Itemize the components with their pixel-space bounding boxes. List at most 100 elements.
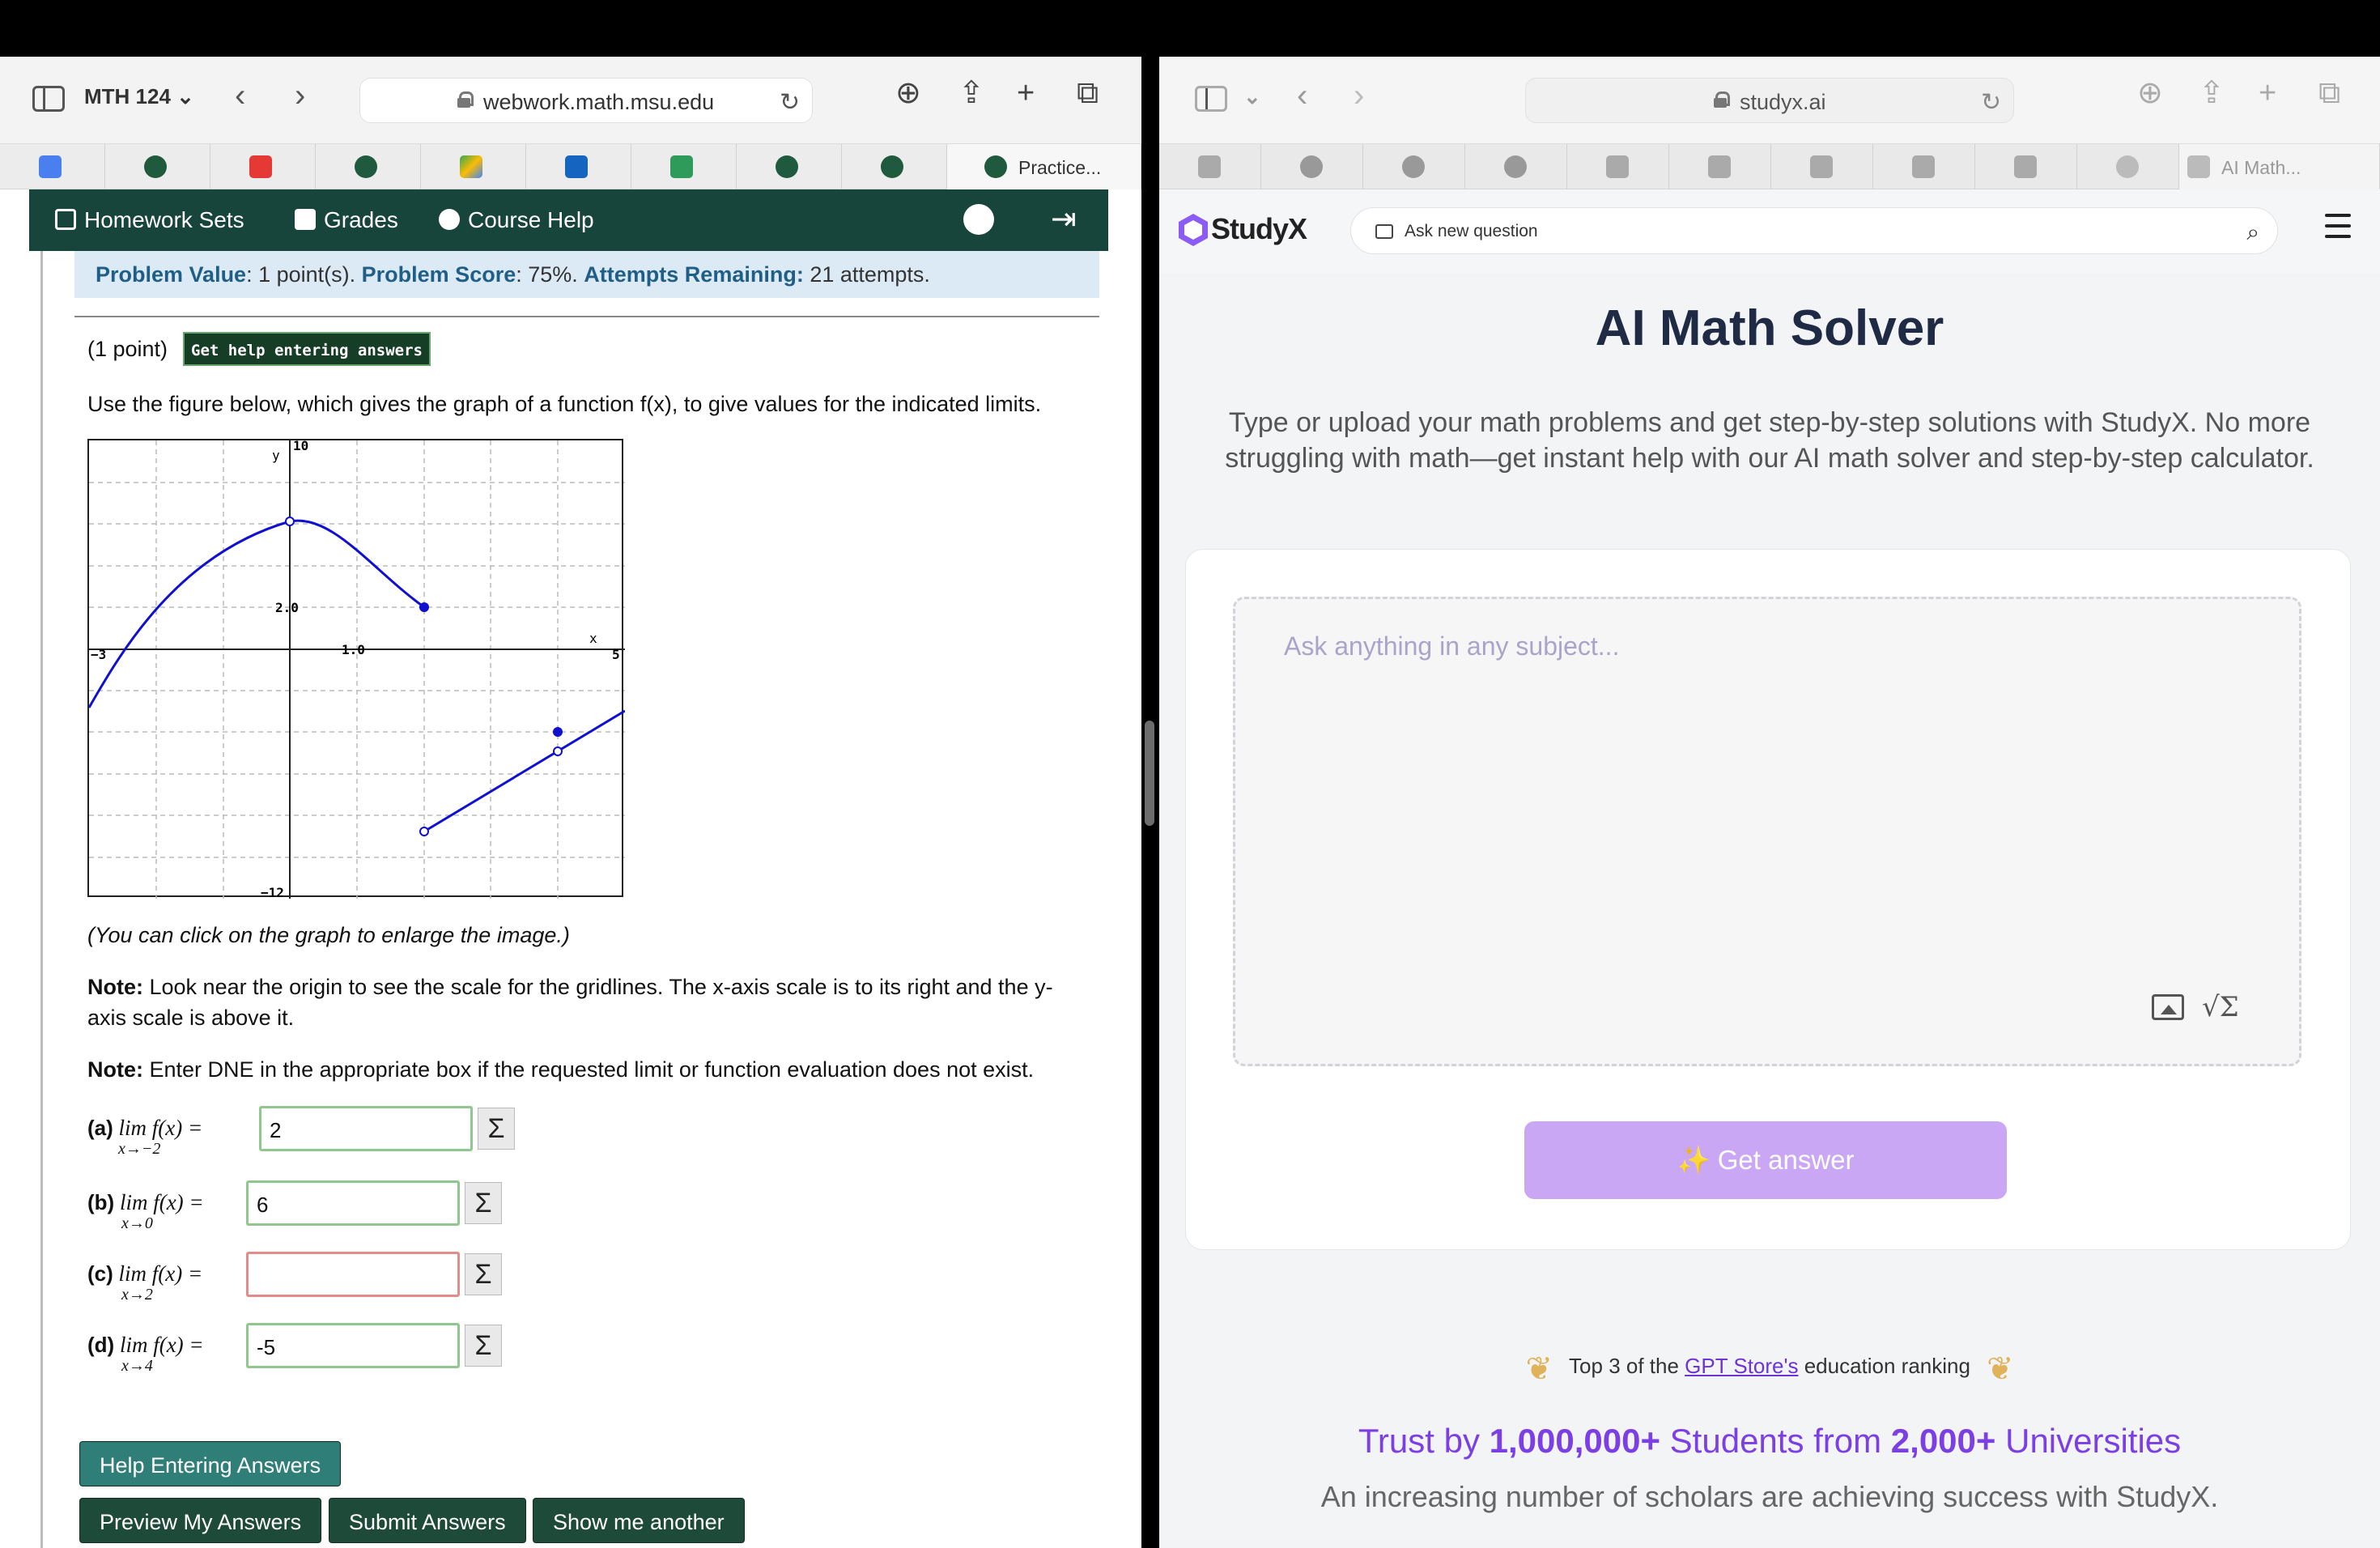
upload-image-icon[interactable] [2152, 994, 2184, 1020]
url-text: webwork.math.msu.edu [483, 90, 715, 114]
page-title: AI Math Solver [1595, 300, 1944, 356]
download-icon[interactable]: ⊕ [2137, 78, 2163, 108]
fav-youtube[interactable] [210, 144, 316, 189]
fav-msu[interactable] [316, 144, 421, 189]
top-black-bar [0, 0, 2380, 57]
user-icon[interactable] [963, 204, 994, 235]
youtube-icon [249, 155, 272, 178]
tab[interactable] [1465, 144, 1567, 189]
tab-overview-icon[interactable]: ⧉ [1077, 78, 1099, 108]
nav-course-help[interactable]: Course Help [439, 207, 594, 233]
address-bar[interactable]: webwork.math.msu.edu ↻ [359, 78, 813, 123]
outlook-icon [565, 155, 588, 178]
nav-grades[interactable]: Grades [295, 207, 398, 233]
get-answer-button[interactable]: ✨ Get answer [1524, 1121, 2007, 1199]
new-tab-icon[interactable]: + [1017, 78, 1035, 108]
closed-point [419, 602, 429, 612]
menu-icon[interactable] [2325, 214, 2351, 245]
search-icon[interactable]: ⌕ [2246, 219, 2259, 246]
fav-msu[interactable] [737, 144, 842, 189]
x-scale-label: 1.0 [342, 642, 365, 657]
equation-editor-button[interactable]: Σ [465, 1325, 502, 1367]
chevron-down-icon[interactable]: ⌄ [1243, 84, 1261, 109]
sidebar-toggle-icon[interactable] [32, 86, 65, 112]
equation-editor-button[interactable]: Σ [465, 1253, 502, 1295]
cloud-icon [1402, 155, 1425, 178]
preview-answers-button[interactable]: Preview My Answers [79, 1498, 322, 1543]
answer-input-a[interactable]: 2 [259, 1106, 473, 1151]
fav-drive[interactable] [421, 144, 526, 189]
fav-check[interactable] [631, 144, 737, 189]
studyx-logo-text[interactable]: StudyX [1211, 212, 1307, 246]
note-dne: Note: Enter DNE in the appropriate box i… [87, 1057, 1035, 1082]
question-input[interactable]: Ask anything in any subject... √Σ [1233, 597, 2301, 1066]
tab[interactable] [1567, 144, 1669, 189]
closed-point [553, 727, 563, 737]
answer-input-c[interactable] [246, 1252, 460, 1297]
tab[interactable] [1975, 144, 2077, 189]
fav-msu[interactable] [105, 144, 210, 189]
back-icon[interactable]: ‹ [1297, 79, 1307, 112]
address-bar[interactable]: studyx.ai ↻ [1525, 78, 2014, 123]
right-browser-window: ⌄ ‹ › studyx.ai ↻ ⊕ ⇪ + ⧉ AI Math... Stu… [1159, 57, 2380, 1548]
studyx-logo-icon[interactable] [1177, 212, 1209, 248]
logout-icon[interactable]: ⇥ [1051, 201, 1077, 237]
ask-new-question-bar[interactable]: Ask new question ⌕ [1350, 207, 2278, 254]
function-graph[interactable]: y 10 −12 −3 5 x 2.0 1.0 [87, 439, 625, 899]
gpt-store-link[interactable]: GPT Store's [1685, 1354, 1798, 1378]
forward-icon[interactable]: › [295, 79, 305, 112]
doc-icon [1912, 155, 1935, 178]
tab-ai-math[interactable]: AI Math... [2179, 144, 2380, 189]
url-text: studyx.ai [1740, 90, 1826, 114]
tab[interactable] [2077, 144, 2179, 189]
answer-input-b[interactable]: 6 [246, 1180, 460, 1226]
split-view-handle[interactable] [1145, 721, 1154, 826]
tab[interactable] [1669, 144, 1771, 189]
tab[interactable] [1159, 144, 1261, 189]
spartan-icon [881, 155, 903, 178]
sidebar-toggle-icon[interactable] [1195, 86, 1227, 112]
show-another-button[interactable]: Show me another [533, 1498, 745, 1543]
tab-group-selector[interactable]: MTH 124 ⌄ [84, 84, 194, 109]
drive-icon [460, 155, 482, 178]
note-scale: Note: Look near the origin to see the sc… [87, 975, 1053, 999]
cloud-icon [1300, 155, 1323, 178]
equation-editor-button[interactable]: Σ [465, 1182, 502, 1224]
fav-outlook[interactable] [526, 144, 631, 189]
new-tab-icon[interactable]: + [2259, 78, 2276, 108]
answer-input-d[interactable]: -5 [246, 1323, 460, 1368]
reload-icon[interactable]: ↻ [1981, 88, 2001, 117]
download-icon[interactable]: ⊕ [895, 78, 921, 108]
submit-answers-button[interactable]: Submit Answers [329, 1498, 526, 1543]
help-entering-badge[interactable]: Get help entering answers [183, 332, 431, 366]
chevron-down-icon: ⌄ [176, 84, 194, 108]
tab[interactable] [1873, 144, 1975, 189]
back-icon[interactable]: ‹ [235, 79, 245, 112]
y-axis-label: y [272, 448, 280, 463]
equation-editor-button[interactable]: Σ [478, 1108, 515, 1150]
fav-msu[interactable] [842, 144, 947, 189]
spartan-icon [144, 155, 167, 178]
math-keyboard-icon[interactable]: √Σ [2202, 991, 2239, 1023]
tab-practice[interactable]: Practice... [947, 144, 1141, 189]
problem-prompt: Use the figure below, which gives the gr… [87, 392, 1042, 416]
tab[interactable] [1261, 144, 1363, 189]
nav-homework-sets[interactable]: Homework Sets [55, 207, 244, 233]
spartan-icon [355, 155, 377, 178]
tab[interactable] [1771, 144, 1873, 189]
gpt-store-ranking: ❦ Top 3 of the GPT Store's education rank… [1525, 1351, 2014, 1387]
share-icon[interactable]: ⇪ [2199, 78, 2225, 108]
help-entering-answers-button[interactable]: Help Entering Answers [79, 1441, 342, 1486]
forward-icon[interactable]: › [1354, 79, 1364, 112]
magic-wand-icon: ✨ [1677, 1145, 1718, 1175]
doc-icon [1606, 155, 1629, 178]
open-point [285, 517, 295, 526]
tab-overview-icon[interactable]: ⧉ [2318, 78, 2340, 108]
fav-docs[interactable] [0, 144, 105, 189]
share-icon[interactable]: ⇪ [958, 78, 984, 108]
ask-new-question-label: Ask new question [1405, 222, 1538, 240]
reload-icon[interactable]: ↻ [780, 88, 800, 117]
studyx-header: StudyX Ask new question ⌕ [1159, 189, 2380, 274]
tab[interactable] [1363, 144, 1465, 189]
favorites-bar: Practice... [0, 144, 1141, 189]
